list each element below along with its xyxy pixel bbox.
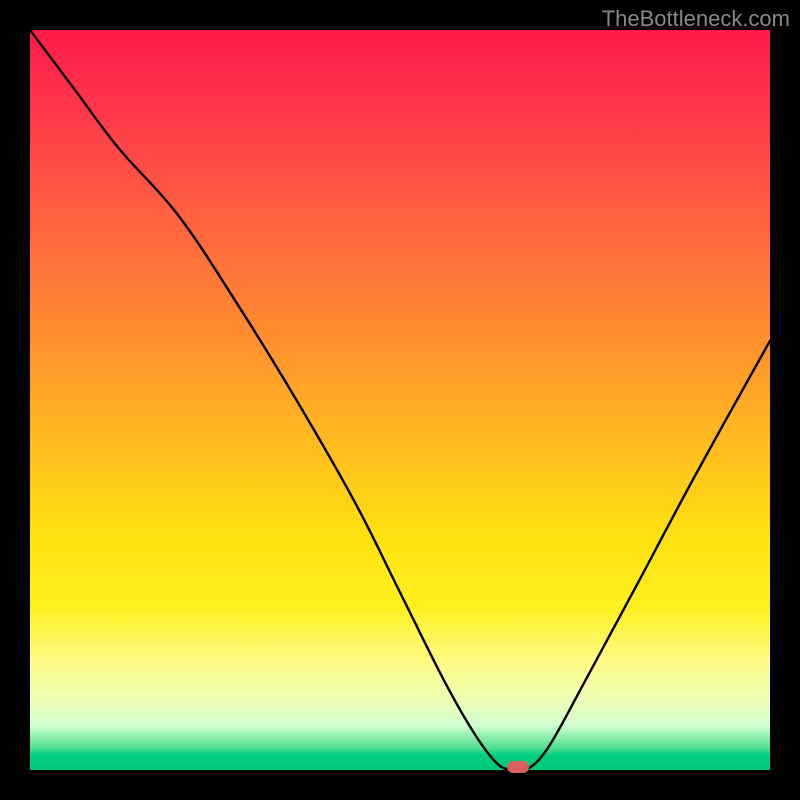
- optimal-marker: [507, 761, 529, 773]
- watermark-text: TheBottleneck.com: [602, 6, 790, 32]
- chart-container: TheBottleneck.com: [0, 0, 800, 800]
- bottleneck-curve: [30, 30, 770, 770]
